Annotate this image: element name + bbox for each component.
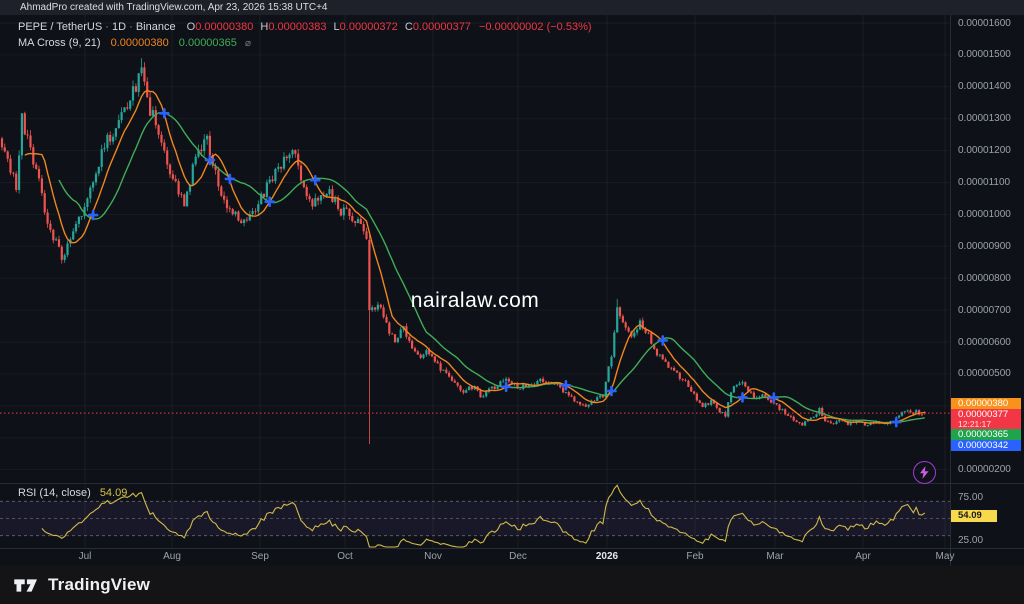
price-axis-label: 0.00001200 (958, 145, 1011, 156)
ma-fast-price-badge: 0.00000380 (951, 398, 1021, 409)
time-axis-label: Feb (686, 551, 703, 562)
low-value: 0.00000372 (340, 21, 398, 33)
open-label: O (187, 21, 196, 33)
time-axis-label: Dec (509, 551, 527, 562)
price-axis-label: 0.00000700 (958, 305, 1011, 316)
time-axis-label: Sep (251, 551, 269, 562)
interval-label[interactable]: 1D (112, 21, 126, 33)
price-axis-border (950, 15, 951, 566)
price-axis-label: 0.00001600 (958, 18, 1011, 29)
time-axis-label: Aug (163, 551, 181, 562)
price-axis-label: 0.00000800 (958, 273, 1011, 284)
price-axis-label: 0.00000600 (958, 337, 1011, 348)
price-axis-label: 0.00001100 (958, 177, 1010, 188)
time-axis-label: Nov (424, 551, 442, 562)
high-value: 0.00000383 (268, 21, 326, 33)
price-axis-label: 0.00001300 (958, 113, 1011, 124)
price-axis-label: 0.00000500 (958, 368, 1011, 379)
tradingview-chart-window: AhmadPro created with TradingView.com, A… (0, 0, 1024, 604)
ma-slow-value: 0.00000365 (179, 37, 237, 49)
exchange-label: Binance (136, 21, 176, 33)
close-label: C (405, 21, 413, 33)
ma-cross-title[interactable]: MA Cross (9, 21) (18, 37, 101, 49)
time-axis-label: Oct (337, 551, 353, 562)
rsi-pane-canvas[interactable] (0, 483, 950, 548)
symbol-title[interactable]: PEPE / TetherUS (18, 21, 102, 33)
price-axis-label: 0.00000200 (958, 464, 1011, 475)
lightning-icon (919, 466, 930, 479)
symbol-legend-row[interactable]: PEPE / TetherUS · 1D · Binance O0.000003… (18, 21, 592, 33)
ma-slow-price-badge: 0.00000365 (951, 429, 1021, 440)
instant-trading-button[interactable] (913, 461, 936, 484)
time-axis-label: Jul (79, 551, 92, 562)
ma-fast-value: 0.00000380 (111, 37, 169, 49)
time-axis-border (0, 548, 1024, 549)
chart-plot-area[interactable] (0, 15, 950, 548)
rsi-title[interactable]: RSI (14, close) (18, 487, 91, 499)
price-axis-label: 0.00001400 (958, 81, 1011, 92)
rsi-value: 54.09 (100, 487, 128, 499)
change-value: −0.00000002 (−0.53%) (479, 21, 592, 33)
time-axis-label: May (936, 551, 955, 562)
caption-bar: AhmadPro created with TradingView.com, A… (0, 0, 1024, 15)
open-value: 0.00000380 (195, 21, 253, 33)
close-value: 0.00000377 (413, 21, 471, 33)
price-axis-label: 0.00001500 (958, 49, 1011, 60)
cross-level-price-badge: 0.00000342 (951, 440, 1021, 451)
bar-countdown: 12:21:17 (958, 420, 1021, 429)
price-pane-canvas[interactable] (0, 15, 950, 483)
rsi-axis-label: 25.00 (958, 535, 983, 546)
price-axis-label: 0.00000900 (958, 241, 1011, 252)
price-axis-label: 0.00001000 (958, 209, 1011, 220)
pane-separator[interactable] (0, 483, 1024, 484)
rsi-legend-row[interactable]: RSI (14, close) 54.09 (18, 487, 127, 499)
tradingview-logo-text: TradingView (48, 575, 150, 595)
hide-indicator-icon[interactable]: ⌀ (245, 38, 251, 49)
bottom-bar: TradingView (0, 566, 1024, 604)
rsi-value-badge: 54.09 (951, 510, 997, 522)
rsi-axis-label: 75.00 (958, 492, 983, 503)
ma-cross-legend-row[interactable]: MA Cross (9, 21) 0.00000380 0.00000365 ⌀ (18, 37, 251, 49)
time-axis-label: 2026 (596, 551, 618, 562)
tradingview-logo-icon (13, 575, 40, 596)
time-axis-label: Apr (855, 551, 871, 562)
tradingview-logo[interactable]: TradingView (13, 575, 150, 596)
last-price-badge: 0.00000377 12:21:17 (951, 409, 1021, 429)
watermark: nairalaw.com (0, 289, 950, 313)
time-axis-label: Mar (766, 551, 783, 562)
